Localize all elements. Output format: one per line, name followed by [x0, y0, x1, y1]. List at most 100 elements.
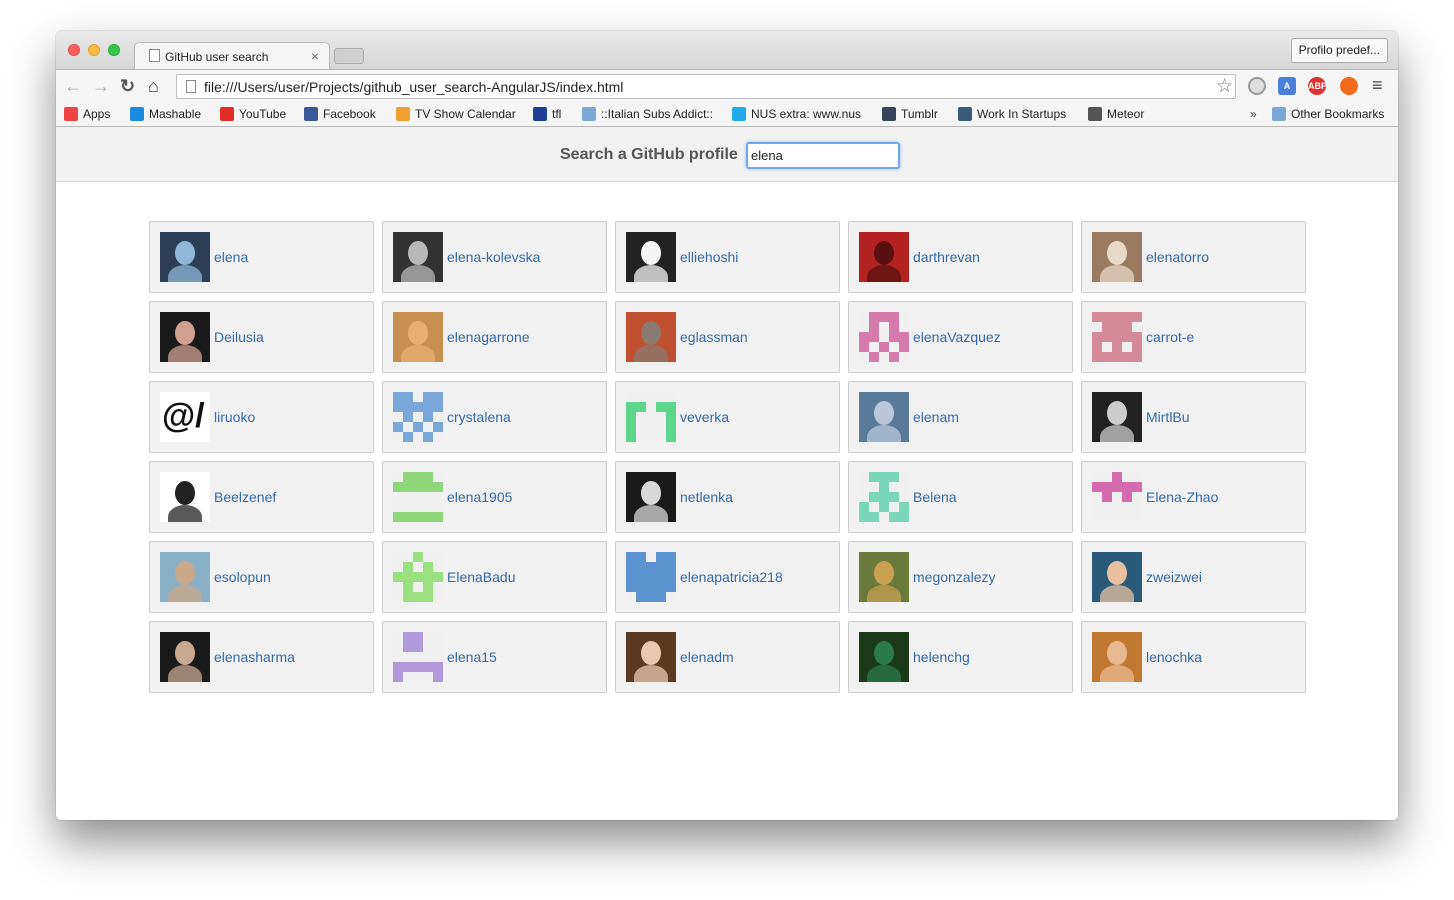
- user-avatar[interactable]: [626, 312, 676, 362]
- user-login-link[interactable]: elenatorro: [1146, 249, 1209, 265]
- profile-button[interactable]: Profilo predef...: [1290, 38, 1388, 63]
- user-login-link[interactable]: crystalena: [447, 409, 511, 425]
- bookmark-star-icon[interactable]: ☆: [1216, 75, 1233, 98]
- user-card[interactable]: elenadm: [615, 621, 840, 693]
- user-login-link[interactable]: helenchg: [913, 649, 970, 665]
- user-login-link[interactable]: Elena-Zhao: [1146, 489, 1218, 505]
- translate-extension-icon[interactable]: A: [1278, 77, 1296, 95]
- user-login-link[interactable]: ElenaBadu: [447, 569, 516, 585]
- user-login-link[interactable]: megonzalezy: [913, 569, 996, 585]
- user-login-link[interactable]: elena: [214, 249, 248, 265]
- bookmark-item[interactable]: TV Show Calendar: [396, 107, 516, 121]
- user-login-link[interactable]: carrot-e: [1146, 329, 1194, 345]
- user-login-link[interactable]: eglassman: [680, 329, 748, 345]
- user-login-link[interactable]: Deilusia: [214, 329, 264, 345]
- user-avatar[interactable]: [160, 632, 210, 682]
- user-card[interactable]: Elena-Zhao: [1081, 461, 1306, 533]
- close-window-button[interactable]: [68, 44, 80, 56]
- zoom-window-button[interactable]: [108, 44, 120, 56]
- user-login-link[interactable]: elenadm: [680, 649, 734, 665]
- user-login-link[interactable]: Beelzenef: [214, 489, 276, 505]
- user-card[interactable]: elliehoshi: [615, 221, 840, 293]
- user-card[interactable]: elenam: [848, 381, 1073, 453]
- user-card[interactable]: Deilusia: [149, 301, 374, 373]
- bookmark-item[interactable]: Mashable: [130, 107, 201, 121]
- user-avatar[interactable]: [626, 392, 676, 442]
- bookmark-item[interactable]: NUS extra: www.nus: [732, 107, 861, 121]
- user-card[interactable]: @/ liruoko: [149, 381, 374, 453]
- user-card[interactable]: darthrevan: [848, 221, 1073, 293]
- user-card[interactable]: Belena: [848, 461, 1073, 533]
- user-avatar[interactable]: [859, 472, 909, 522]
- user-card[interactable]: esolopun: [149, 541, 374, 613]
- user-avatar[interactable]: [859, 392, 909, 442]
- user-login-link[interactable]: elenasharma: [214, 649, 295, 665]
- user-avatar[interactable]: [160, 552, 210, 602]
- other-bookmarks[interactable]: Other Bookmarks: [1272, 107, 1384, 121]
- user-avatar[interactable]: [1092, 632, 1142, 682]
- user-login-link[interactable]: elena15: [447, 649, 497, 665]
- user-card[interactable]: carrot-e: [1081, 301, 1306, 373]
- bookmark-item[interactable]: Facebook: [304, 107, 376, 121]
- user-card[interactable]: Beelzenef: [149, 461, 374, 533]
- user-avatar[interactable]: [393, 632, 443, 682]
- user-login-link[interactable]: esolopun: [214, 569, 271, 585]
- user-login-link[interactable]: MirtlBu: [1146, 409, 1190, 425]
- user-avatar[interactable]: [393, 312, 443, 362]
- user-avatar[interactable]: [160, 312, 210, 362]
- user-avatar[interactable]: [393, 232, 443, 282]
- user-card[interactable]: zweizwei: [1081, 541, 1306, 613]
- user-login-link[interactable]: lenochka: [1146, 649, 1202, 665]
- bookmark-item[interactable]: Tumblr: [882, 107, 938, 121]
- user-card[interactable]: elenapatricia218: [615, 541, 840, 613]
- user-card[interactable]: elenagarrone: [382, 301, 607, 373]
- new-tab-button[interactable]: [334, 48, 364, 64]
- user-card[interactable]: elenaVazquez: [848, 301, 1073, 373]
- user-avatar[interactable]: [1092, 232, 1142, 282]
- user-avatar[interactable]: [393, 392, 443, 442]
- user-avatar[interactable]: [1092, 472, 1142, 522]
- tab-close-icon[interactable]: ×: [311, 48, 319, 64]
- user-login-link[interactable]: veverka: [680, 409, 729, 425]
- extension-power-icon[interactable]: [1248, 77, 1266, 95]
- back-arrow-icon[interactable]: ←: [64, 76, 82, 97]
- bookmark-item[interactable]: YouTube: [220, 107, 286, 121]
- bookmark-item[interactable]: ::Italian Subs Addict::: [582, 107, 713, 121]
- user-login-link[interactable]: liruoko: [214, 409, 255, 425]
- user-login-link[interactable]: elenagarrone: [447, 329, 530, 345]
- user-card[interactable]: crystalena: [382, 381, 607, 453]
- user-avatar[interactable]: [160, 232, 210, 282]
- user-card[interactable]: megonzalezy: [848, 541, 1073, 613]
- user-login-link[interactable]: elliehoshi: [680, 249, 738, 265]
- user-avatar[interactable]: [626, 232, 676, 282]
- user-login-link[interactable]: elena-kolevska: [447, 249, 540, 265]
- address-bar[interactable]: file:///Users/user/Projects/github_user_…: [176, 74, 1236, 99]
- bookmark-item[interactable]: Apps: [64, 107, 110, 121]
- user-avatar[interactable]: [393, 552, 443, 602]
- user-card[interactable]: elena-kolevska: [382, 221, 607, 293]
- user-avatar[interactable]: [859, 232, 909, 282]
- user-login-link[interactable]: netlenka: [680, 489, 733, 505]
- user-avatar[interactable]: [626, 632, 676, 682]
- user-avatar[interactable]: [1092, 392, 1142, 442]
- user-avatar[interactable]: [160, 472, 210, 522]
- user-login-link[interactable]: darthrevan: [913, 249, 980, 265]
- user-avatar[interactable]: @/: [160, 392, 210, 442]
- user-login-link[interactable]: Belena: [913, 489, 957, 505]
- user-avatar[interactable]: [859, 632, 909, 682]
- adblock-plus-icon[interactable]: ABP: [1308, 77, 1327, 95]
- user-card[interactable]: MirtlBu: [1081, 381, 1306, 453]
- reload-icon[interactable]: ↻: [120, 76, 135, 97]
- user-card[interactable]: elenatorro: [1081, 221, 1306, 293]
- user-avatar[interactable]: [626, 552, 676, 602]
- user-card[interactable]: elena: [149, 221, 374, 293]
- fire-extension-icon[interactable]: [1340, 77, 1358, 95]
- user-card[interactable]: eglassman: [615, 301, 840, 373]
- user-avatar[interactable]: [859, 312, 909, 362]
- bookmark-item[interactable]: tfl: [533, 107, 561, 121]
- user-login-link[interactable]: elenapatricia218: [680, 569, 783, 585]
- user-avatar[interactable]: [1092, 312, 1142, 362]
- user-card[interactable]: ElenaBadu: [382, 541, 607, 613]
- user-card[interactable]: lenochka: [1081, 621, 1306, 693]
- user-avatar[interactable]: [626, 472, 676, 522]
